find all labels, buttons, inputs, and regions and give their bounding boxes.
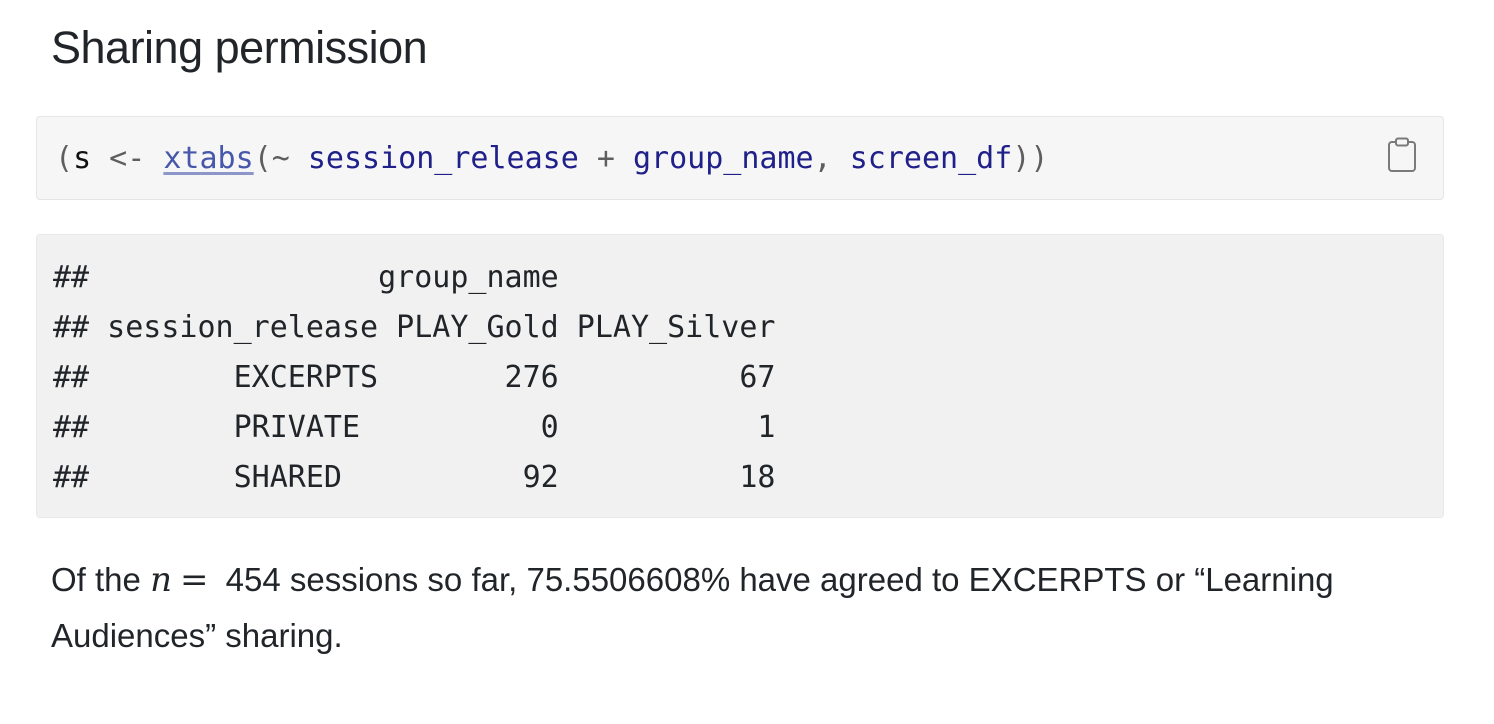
code-call-paren: ( [253,141,272,176]
output-row-shared: ## SHARED 92 18 [53,460,776,495]
summary-prefix: Of the [51,561,151,598]
code-arg-group-name: group_name [633,141,814,176]
code-open-paren: ( [55,141,74,176]
document-page: Sharing permission (s <- xtabs(~ session… [0,0,1494,724]
xtabs-function-link[interactable]: xtabs [163,141,253,176]
code-line: (s <- xtabs(~ session_release + group_na… [55,137,1048,181]
output-column-header-line: ## session_release PLAY_Gold PLAY_Silver [53,310,776,345]
code-block: (s <- xtabs(~ session_release + group_na… [36,116,1444,200]
code-plus: + [578,141,633,176]
code-assign-operator: <- [91,141,164,176]
code-arg-screen-df: screen_df [849,141,1013,176]
math-equals: = [179,560,209,600]
section-heading: Sharing permission [51,22,428,73]
summary-text: 454 sessions so far, 75.5506608% have ag… [51,561,1334,654]
code-arg-session-release: session_release [307,141,579,176]
output-row-excerpts: ## EXCERPTS 276 67 [53,360,776,395]
console-output-lines: ## group_name ## session_release PLAY_Go… [53,253,775,503]
code-close-parens: )) [1012,141,1049,176]
console-output-block: ## group_name ## session_release PLAY_Go… [36,234,1444,518]
clipboard-icon [1388,137,1416,172]
copy-code-button[interactable] [1387,137,1417,173]
code-comma: , [813,141,850,176]
code-tilde: ~ [271,141,308,176]
code-variable: s [73,141,92,176]
output-row-private: ## PRIVATE 0 1 [53,410,776,445]
summary-paragraph: Of the n = 454 sessions so far, 75.550660… [51,552,1431,664]
math-variable-n: n [150,560,172,600]
output-header-line: ## group_name [53,260,559,295]
